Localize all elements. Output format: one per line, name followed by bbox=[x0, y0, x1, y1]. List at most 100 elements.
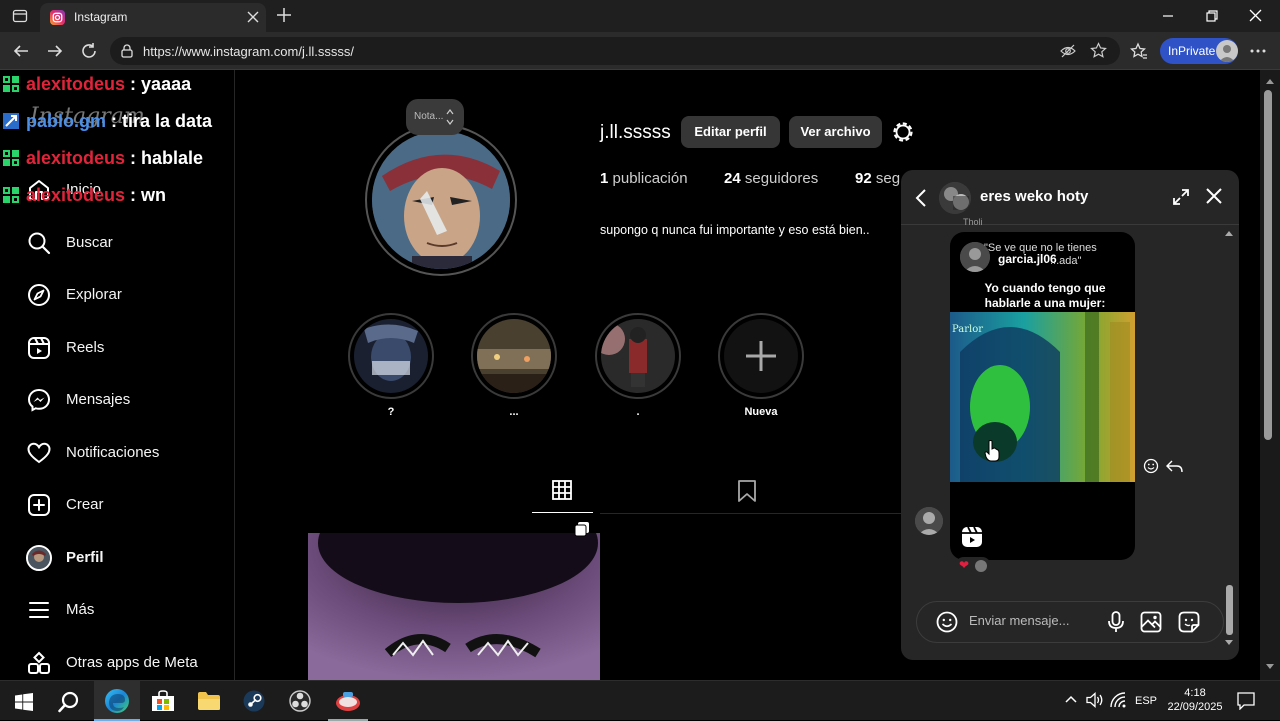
edit-profile-button[interactable]: Editar perfil bbox=[681, 116, 780, 148]
minimize-icon[interactable] bbox=[1162, 10, 1174, 22]
url-text[interactable]: https://www.instagram.com/j.ll.sssss/ bbox=[143, 44, 354, 59]
chat-username: alexitodeus bbox=[26, 148, 126, 168]
sender-avatar[interactable] bbox=[915, 507, 943, 535]
active-tab[interactable]: Instagram bbox=[40, 3, 266, 32]
microphone-icon[interactable] bbox=[1107, 611, 1125, 633]
favorite-star-icon[interactable] bbox=[1090, 42, 1107, 59]
bookmark-icon bbox=[737, 480, 757, 502]
new-highlight-button[interactable] bbox=[718, 313, 804, 399]
post-thumbnail[interactable] bbox=[308, 513, 600, 680]
sidebar-item-label: Reels bbox=[66, 339, 105, 356]
shared-reel-card[interactable]: "Se ve que no le tienes ...ada" garcia.j… bbox=[950, 232, 1135, 560]
favorites-icon[interactable] bbox=[1130, 42, 1148, 60]
more-options-icon[interactable] bbox=[1250, 49, 1266, 53]
photo-icon[interactable] bbox=[1140, 611, 1162, 633]
clock[interactable]: 4:18 22/09/2025 bbox=[1160, 686, 1230, 714]
language-indicator[interactable]: ESP bbox=[1135, 695, 1157, 707]
tab-title: Instagram bbox=[74, 10, 128, 24]
reel-video-frame[interactable]: Parlor bbox=[950, 312, 1135, 482]
sidebar-item-mas[interactable]: Más bbox=[26, 595, 226, 625]
sidebar-item-crear[interactable]: Crear bbox=[26, 490, 226, 520]
obs-icon[interactable] bbox=[289, 690, 311, 712]
story-highlight[interactable] bbox=[471, 313, 557, 399]
reply-arrow-icon[interactable] bbox=[1166, 458, 1183, 474]
url-field[interactable]: https://www.instagram.com/j.ll.sssss/ bbox=[110, 37, 1120, 65]
react-smiley-icon[interactable] bbox=[1143, 458, 1159, 474]
new-tab-icon[interactable] bbox=[276, 7, 292, 23]
back-arrow-icon[interactable] bbox=[12, 42, 30, 60]
sidebar-item-label: Crear bbox=[66, 496, 104, 513]
group-avatar[interactable] bbox=[939, 182, 971, 214]
reels-play-icon[interactable] bbox=[960, 525, 984, 549]
restore-icon[interactable] bbox=[1206, 10, 1218, 22]
scroll-up-icon[interactable] bbox=[1266, 78, 1274, 84]
settings-gear-icon[interactable] bbox=[891, 120, 915, 144]
sidebar-item-notificaciones[interactable]: Notificaciones bbox=[26, 438, 226, 468]
stat-posts: 1 publicación bbox=[600, 170, 688, 187]
inprivate-label: InPrivate bbox=[1168, 44, 1216, 58]
grid-icon bbox=[552, 480, 572, 500]
inprivate-badge[interactable]: InPrivate bbox=[1160, 38, 1238, 64]
chat-badge-icon bbox=[2, 149, 20, 167]
emoji-icon[interactable] bbox=[936, 611, 958, 633]
forward-arrow-icon[interactable] bbox=[46, 42, 64, 60]
expand-icon[interactable] bbox=[1172, 188, 1190, 206]
stat-followers[interactable]: 24 seguidores bbox=[724, 170, 818, 187]
stat-following[interactable]: 92 seg bbox=[855, 170, 900, 187]
dm-scroll-up-icon[interactable] bbox=[1225, 230, 1233, 236]
show-hidden-icons-chevron-icon[interactable] bbox=[1065, 695, 1077, 703]
sidebar-item-mensajes[interactable]: Mensajes bbox=[26, 385, 226, 415]
avatar-icon bbox=[26, 545, 52, 571]
page-scrollbar-thumb[interactable] bbox=[1264, 90, 1272, 440]
sidebar-item-otras-apps[interactable]: Otras apps de Meta bbox=[26, 648, 226, 678]
dm-title[interactable]: eres weko hoty bbox=[980, 188, 1088, 205]
paint-app-icon[interactable] bbox=[328, 681, 368, 721]
message-composer bbox=[916, 601, 1224, 643]
search-icon[interactable] bbox=[58, 691, 80, 713]
sidebar-item-explorar[interactable]: Explorar bbox=[26, 280, 226, 310]
sidebar-item-buscar[interactable]: Buscar bbox=[26, 228, 226, 258]
tab-saved[interactable] bbox=[737, 480, 757, 502]
sticker-icon[interactable] bbox=[1178, 611, 1200, 633]
sidebar-item-reels[interactable]: Reels bbox=[26, 333, 226, 363]
sidebar-item-perfil[interactable]: Perfil bbox=[26, 543, 226, 573]
store-icon[interactable] bbox=[151, 690, 175, 712]
sidebar-item-label: Más bbox=[66, 601, 95, 618]
back-chevron-icon[interactable] bbox=[915, 188, 927, 208]
windows-start-icon[interactable] bbox=[15, 693, 33, 711]
story-highlight[interactable] bbox=[348, 313, 434, 399]
steam-icon[interactable] bbox=[243, 690, 265, 712]
profile-avatar[interactable] bbox=[365, 124, 517, 276]
sidebar-item-label: Notificaciones bbox=[66, 444, 160, 461]
close-icon[interactable] bbox=[1205, 187, 1223, 205]
wifi-icon[interactable] bbox=[1110, 692, 1126, 708]
scroll-down-icon[interactable] bbox=[1266, 664, 1274, 670]
menu-icon bbox=[26, 597, 52, 623]
note-bubble[interactable]: Nota... bbox=[406, 99, 464, 135]
sidebar-item-label: Buscar bbox=[66, 234, 113, 251]
tracking-prevention-icon[interactable] bbox=[1060, 43, 1076, 59]
dm-scroll-down-icon[interactable] bbox=[1225, 640, 1233, 646]
tab-posts[interactable] bbox=[532, 468, 593, 514]
volume-icon[interactable] bbox=[1086, 692, 1104, 708]
chat-text: : tira la data bbox=[106, 111, 213, 131]
reaction-pill[interactable]: ❤ bbox=[955, 557, 991, 575]
refresh-icon[interactable] bbox=[80, 42, 98, 60]
close-tab-icon[interactable] bbox=[246, 10, 260, 24]
reel-username[interactable]: garcia.jl06 bbox=[998, 252, 1057, 266]
lock-icon[interactable] bbox=[120, 44, 134, 58]
instagram-page: Instagram Inicio Buscar Explorar Reels M… bbox=[0, 70, 1260, 680]
notifications-icon[interactable] bbox=[1237, 692, 1255, 710]
edge-browser-icon[interactable] bbox=[94, 681, 140, 721]
close-window-icon[interactable] bbox=[1249, 9, 1262, 22]
search-icon bbox=[26, 230, 52, 256]
message-input[interactable] bbox=[969, 613, 1099, 628]
apps-icon bbox=[26, 650, 52, 676]
tab-actions-icon[interactable] bbox=[12, 8, 28, 24]
file-explorer-icon[interactable] bbox=[197, 691, 221, 711]
view-archive-button[interactable]: Ver archivo bbox=[789, 116, 882, 148]
chat-username: alexitodeus bbox=[26, 185, 126, 205]
story-highlight[interactable] bbox=[595, 313, 681, 399]
dm-scrollbar-thumb[interactable] bbox=[1226, 585, 1233, 635]
chat-badge-icon bbox=[2, 112, 20, 130]
